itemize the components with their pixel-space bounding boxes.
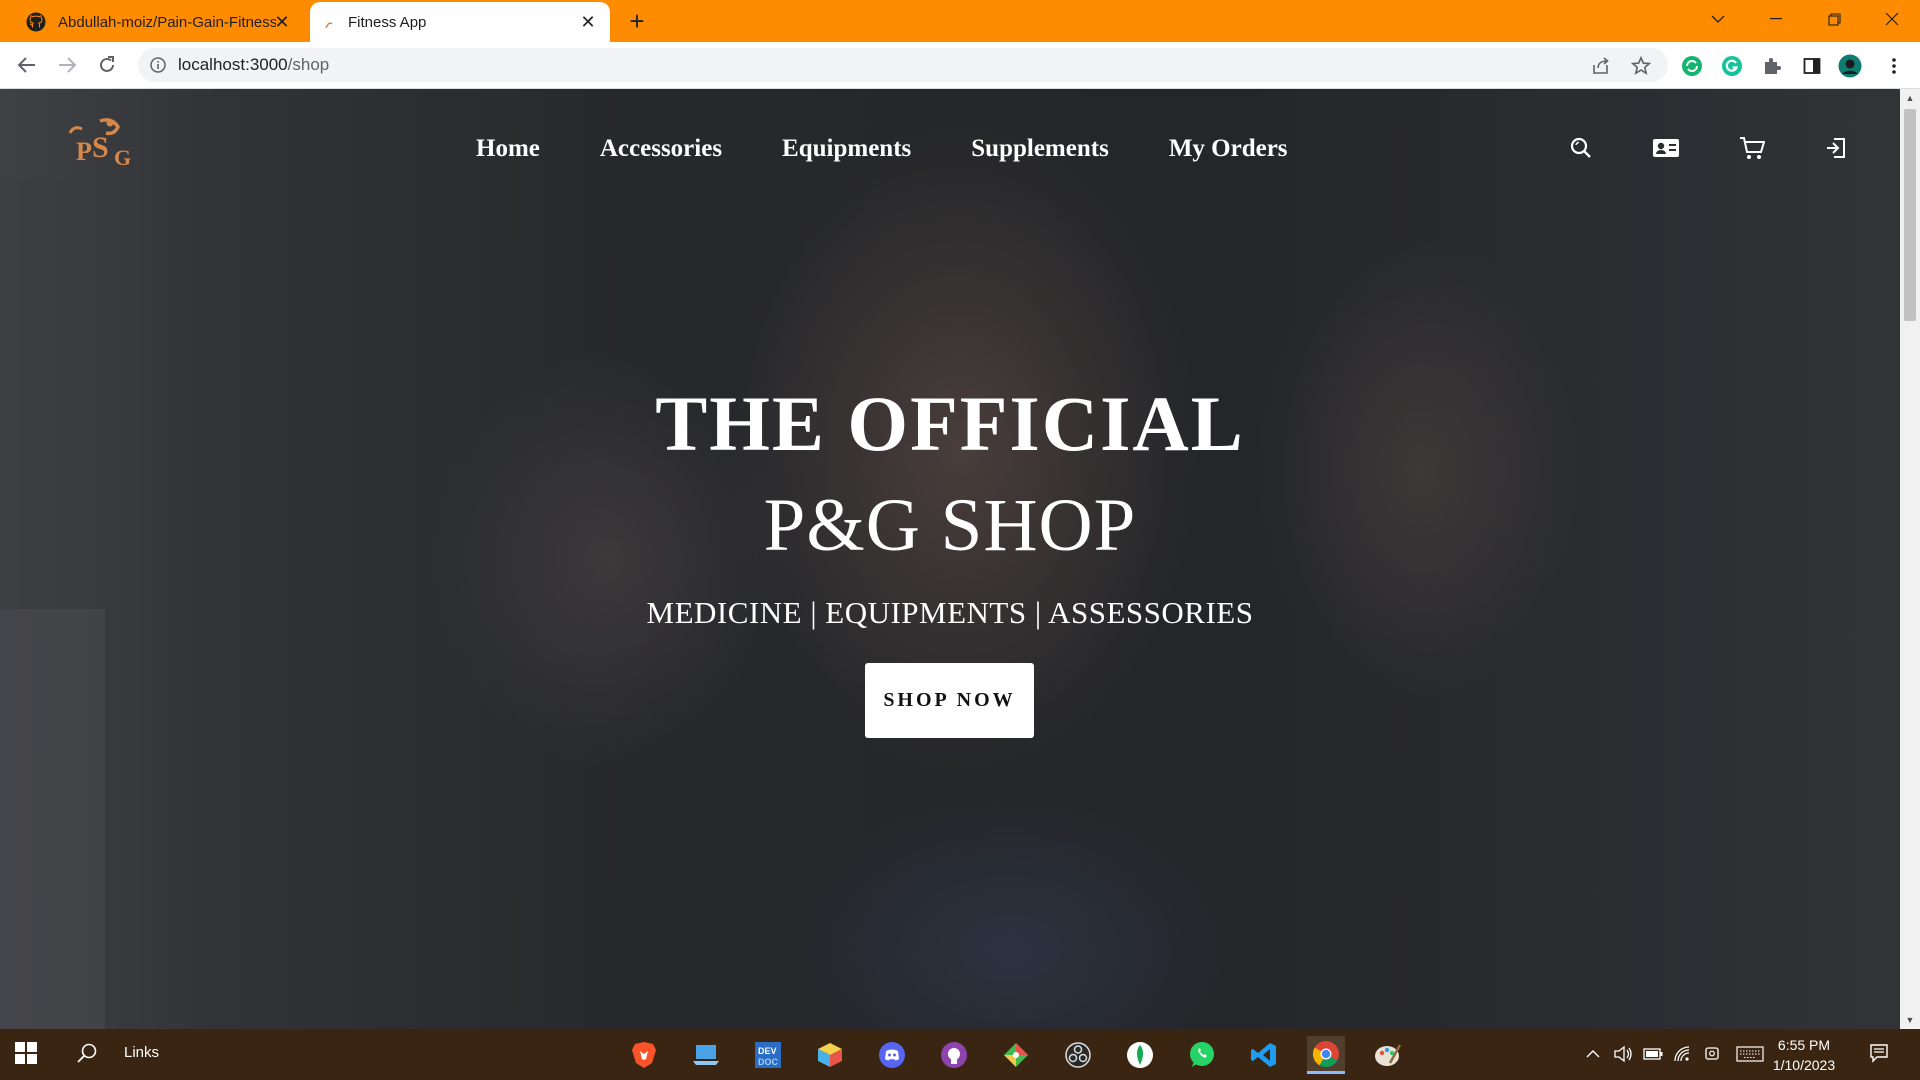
reload-icon[interactable] (92, 50, 122, 80)
close-window-icon[interactable] (1864, 0, 1920, 38)
mongodb-icon[interactable] (1121, 1036, 1159, 1074)
bookmark-star-icon[interactable] (1630, 55, 1652, 77)
hero-title: THE OFFICIAL (655, 380, 1245, 467)
chrome-icon[interactable] (1307, 1036, 1345, 1074)
volume-icon[interactable] (1612, 1043, 1634, 1065)
git-kraken-icon[interactable] (997, 1036, 1035, 1074)
scrollbar-thumb[interactable] (1904, 109, 1916, 321)
share-icon[interactable] (1590, 55, 1612, 77)
cart-icon[interactable] (1736, 132, 1768, 164)
new-tab-button[interactable]: + (622, 6, 652, 36)
hero-categories: MEDICINE | EQUIPMENTS | ASSESSORIES (646, 595, 1254, 630)
discord-icon[interactable] (873, 1036, 911, 1074)
svg-text:G: G (114, 145, 131, 170)
scroll-down-icon[interactable]: ▼ (1905, 1015, 1915, 1025)
nav-supplements[interactable]: Supplements (971, 135, 1109, 163)
obs-icon[interactable] (1059, 1036, 1097, 1074)
svg-text:S: S (92, 131, 109, 164)
laptop-icon[interactable] (687, 1036, 725, 1074)
sync-extension-icon[interactable] (1680, 54, 1704, 78)
scroll-up-icon[interactable]: ▲ (1905, 93, 1915, 103)
vscode-icon[interactable] (1245, 1036, 1283, 1074)
page-scrollbar[interactable]: ▲ ▼ (1900, 89, 1920, 1029)
grammarly-icon[interactable] (1720, 54, 1744, 78)
back-icon[interactable] (12, 50, 42, 80)
windows-start-icon[interactable] (14, 1041, 40, 1067)
webcam-icon[interactable] (1702, 1043, 1724, 1065)
side-panel-icon[interactable] (1800, 54, 1824, 78)
app-favicon (324, 17, 334, 29)
taskbar-clock[interactable]: 6:55 PM 1/10/2023 (1764, 1035, 1844, 1075)
extensions-puzzle-icon[interactable] (1760, 54, 1784, 78)
3d-box-icon[interactable] (811, 1036, 849, 1074)
clock-date: 1/10/2023 (1772, 1057, 1836, 1073)
taskbar-search-icon[interactable] (76, 1042, 100, 1066)
nav-equipments[interactable]: Equipments (782, 135, 911, 163)
taskbar-search-label[interactable]: Links (124, 1044, 159, 1061)
wifi-icon[interactable] (1672, 1043, 1694, 1065)
nav-accessories[interactable]: Accessories (600, 135, 722, 163)
github-icon (26, 12, 46, 32)
contact-card-icon[interactable] (1650, 132, 1682, 164)
paint-icon[interactable] (1369, 1036, 1407, 1074)
svg-text:P: P (76, 137, 92, 166)
address-bar[interactable]: localhost:3000/shop (138, 48, 1668, 82)
shop-now-button[interactable]: SHOP NOW (865, 663, 1034, 738)
browser-toolbar: localhost:3000/shop (0, 42, 1920, 89)
tab-fitness-app[interactable]: Fitness App ✕ (310, 2, 610, 42)
restore-icon[interactable] (1806, 0, 1862, 38)
close-tab-icon[interactable]: ✕ (578, 12, 598, 32)
url-path: /shop (287, 55, 330, 74)
shop-page: P S G Home Accessories Equipments Supple… (0, 89, 1900, 1029)
battery-icon[interactable] (1642, 1043, 1664, 1065)
minimize-icon[interactable] (1748, 0, 1804, 38)
profile-avatar[interactable] (1838, 54, 1862, 78)
tab-title: Fitness App (348, 13, 427, 31)
whatsapp-icon[interactable] (1183, 1036, 1221, 1074)
site-info-icon[interactable] (148, 55, 168, 75)
clock-time: 6:55 PM (1777, 1037, 1831, 1053)
logout-icon[interactable] (1820, 132, 1852, 164)
taskbar: Links DEV DOC 6:55 PM 1/10/2023 (0, 1029, 1920, 1080)
github-desktop-icon[interactable] (935, 1036, 973, 1074)
notifications-icon[interactable] (1868, 1042, 1890, 1064)
search-icon[interactable] (1565, 132, 1597, 164)
tab-github[interactable]: Abdullah-moiz/Pain-Gain-Fitness ✕ (14, 2, 304, 42)
nav-my-orders[interactable]: My Orders (1169, 135, 1288, 163)
tab-title: Abdullah-moiz/Pain-Gain-Fitness (58, 13, 276, 31)
tab-search-chevron-icon[interactable] (1690, 0, 1746, 38)
chrome-menu-icon[interactable] (1882, 54, 1906, 78)
close-tab-icon[interactable]: ✕ (272, 12, 292, 32)
forward-icon[interactable] (52, 50, 82, 80)
brave-icon[interactable] (625, 1036, 663, 1074)
tray-expand-chevron-icon[interactable] (1582, 1043, 1604, 1065)
nav-home[interactable]: Home (476, 135, 540, 163)
main-nav: Home Accessories Equipments Supplements … (476, 135, 1288, 163)
hero-subtitle-title: P&G SHOP (763, 484, 1137, 567)
url-text[interactable]: localhost:3000/shop (178, 55, 329, 75)
site-logo[interactable]: P S G (62, 115, 142, 175)
url-host: localhost:3000 (178, 55, 288, 74)
keyboard-icon[interactable] (1736, 1043, 1764, 1065)
svg-text:DOC: DOC (758, 1057, 779, 1067)
tab-strip: Abdullah-moiz/Pain-Gain-Fitness ✕ Fitnes… (0, 0, 1920, 42)
devdocs-icon[interactable]: DEV DOC (749, 1036, 787, 1074)
svg-text:DEV: DEV (758, 1046, 777, 1056)
